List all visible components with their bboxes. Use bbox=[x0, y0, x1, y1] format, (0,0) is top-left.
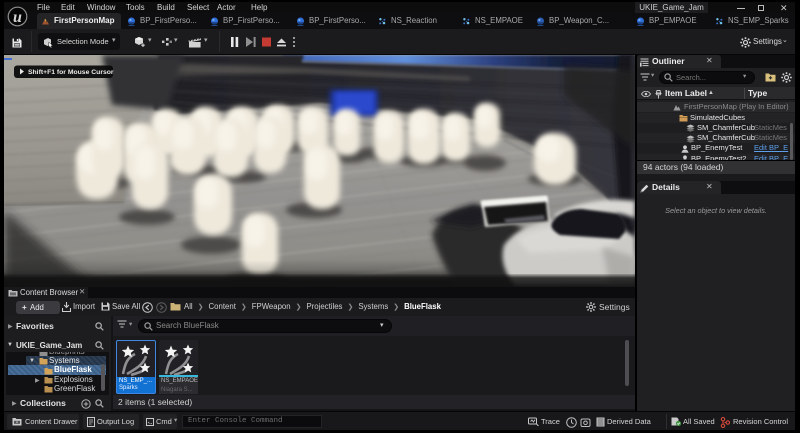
svg-text:u: u bbox=[13, 9, 22, 26]
svg-text:Shift+F1 for Mouse Cursor: Shift+F1 for Mouse Cursor bbox=[28, 69, 114, 76]
